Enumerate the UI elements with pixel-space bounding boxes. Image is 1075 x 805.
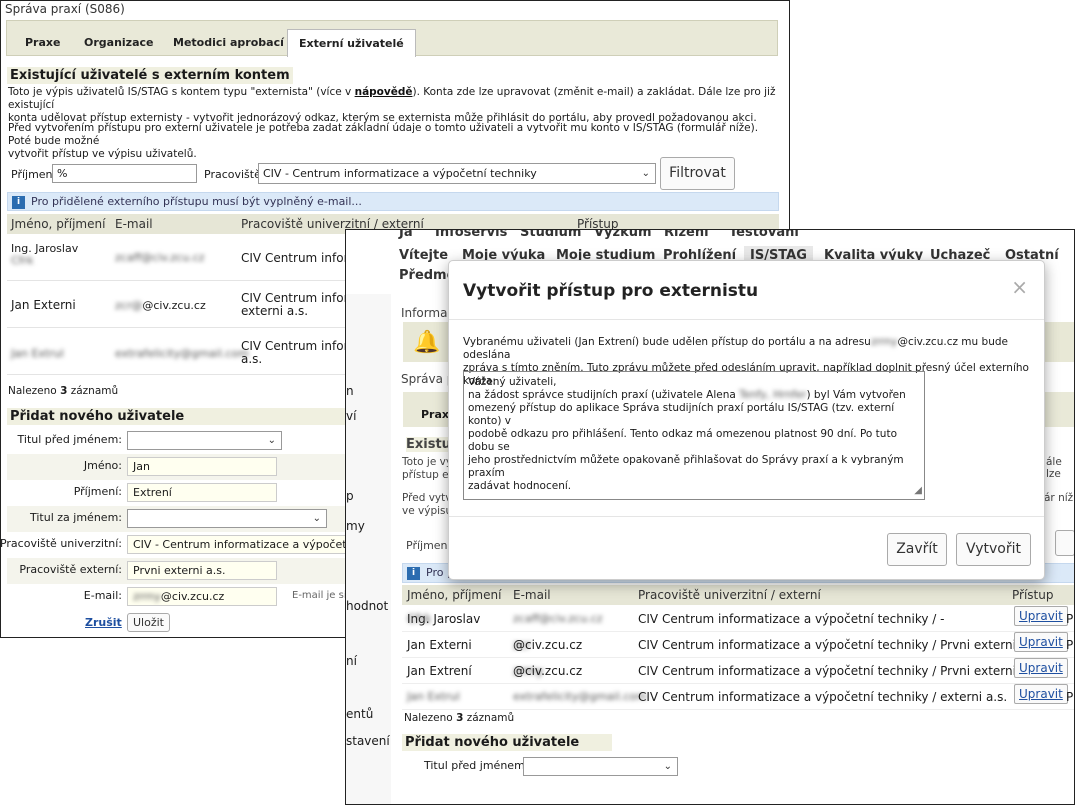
edit-button[interactable]: Upravit (1014, 684, 1068, 704)
sidebar-item[interactable]: ví (346, 409, 356, 423)
edit-button[interactable]: Upravit (1014, 658, 1068, 678)
tab-externi-uzivatele[interactable]: Externí uživatelé (287, 29, 416, 57)
nav-studium[interactable]: Studium (520, 230, 581, 240)
window-title: Správa praxí (S086) (5, 2, 125, 16)
help-link[interactable]: nápovědě (355, 86, 413, 98)
divider (449, 516, 1044, 517)
title-after-select[interactable]: ⌄ (127, 509, 327, 528)
sidebar-item[interactable]: n (346, 384, 354, 398)
sidebar-item[interactable]: hodnot (346, 599, 388, 613)
info-bar: i Pro přidělené externího přístupu musí b… (7, 192, 779, 211)
save-button[interactable]: Uložit (127, 613, 170, 632)
sidebar: n ví p my hodnot ní entů stavení (346, 294, 391, 804)
cancel-link[interactable]: Zrušit (85, 616, 122, 629)
intro-paragraph: Toto je výpis uživatelů IS/STAG s kontem… (8, 86, 776, 124)
info-icon: i (12, 195, 25, 209)
chevron-down-icon: ⌄ (641, 168, 650, 179)
col-workplace: Pracoviště univerzitní / externí (638, 588, 821, 602)
close-button[interactable]: Zavřít (887, 533, 947, 566)
bell-icon: 🔔 (413, 330, 441, 355)
nav-vyzkum[interactable]: Výzkum (594, 230, 652, 240)
nav-testovani[interactable]: Testování (729, 230, 799, 240)
sidebar-item[interactable]: stavení (346, 734, 390, 748)
create-button[interactable]: Vytvořit (956, 533, 1031, 566)
add-user-heading: Přidat nového uživatele (402, 734, 612, 751)
filter-surname-input[interactable]: % (52, 164, 197, 183)
sidebar-item[interactable]: ní (346, 654, 357, 668)
tab-bar: Praxe Organizace Metodici aprobací Exter… (6, 20, 778, 57)
nav-ja[interactable]: Já (399, 230, 413, 240)
filter-surname-label: Příjmení (11, 168, 56, 181)
table-row: Jan Extrul extrafelicity@gmail.com CIV C… (402, 684, 1074, 710)
chevron-down-icon: ⌄ (267, 435, 276, 446)
col-email: E-mail (115, 217, 153, 231)
edit-button[interactable]: Upravit (1014, 606, 1068, 626)
add-user-heading: Přidat nového uživatele (7, 408, 347, 425)
nav-rizeni[interactable]: Řízení (664, 230, 709, 240)
filter-workplace-label: Pracoviště (204, 168, 261, 181)
first-name-field[interactable]: Jan (127, 457, 277, 476)
message-textarea[interactable]: Vážený uživateli, na žádost správce stud… (463, 371, 925, 500)
record-count: Nalezeno 3 záznamů (8, 385, 119, 397)
filter-button[interactable]: Filtrovat (660, 157, 735, 190)
tab-metodici[interactable]: Metodici aprobací (173, 29, 284, 57)
info-icon: i (407, 566, 420, 580)
section-heading: Existující uživatelé s externím kontem (7, 67, 293, 84)
create-access-dialog: Vytvořit přístup pro externistu × Vybran… (448, 260, 1045, 580)
title-before-select[interactable]: ⌄ (127, 431, 282, 450)
table-row: Jan Extrení zrrny @civ.zcu.cz CIV Centrum… (402, 658, 1074, 684)
chevron-down-icon: ⌄ (312, 513, 321, 524)
filter-button[interactable] (1055, 530, 1074, 556)
tab-praxe[interactable]: Praxe (25, 29, 60, 57)
workplace-ext-field[interactable]: Prvni externi a.s. (127, 561, 277, 580)
surname-field[interactable]: Extrení (127, 483, 277, 502)
table-row: Ing. Jaroslav Cfrk zcaff@civ.zcu.cz CIV … (402, 606, 1074, 632)
col-name: Jméno, příjmení (11, 217, 106, 231)
close-icon[interactable]: × (1011, 275, 1028, 299)
col-name: Jméno, příjmení (407, 588, 502, 602)
title-before-select[interactable]: ⌄ (523, 757, 678, 776)
divider (449, 319, 1044, 320)
chevron-down-icon: ⌄ (663, 761, 672, 772)
nav-vitejte[interactable]: Vítejte (399, 248, 448, 263)
edit-button[interactable]: Upravit (1014, 632, 1068, 652)
info-paragraph: Před vytvořením přístupu pro externí uži… (8, 122, 759, 160)
resize-handle-icon[interactable]: ◢ (914, 484, 922, 497)
sidebar-item[interactable]: my (346, 519, 365, 533)
workplace-uni-select[interactable]: CIV - Centrum informatizace a výpočetní … (127, 535, 347, 554)
filter-workplace-select[interactable]: CIV - Centrum informatizace a výpočetní … (258, 163, 656, 184)
record-count: Nalezeno 3 záznamů (404, 712, 515, 724)
nav-infoservis[interactable]: Infoservis (435, 230, 507, 240)
col-access: Přístup (1012, 588, 1054, 602)
dialog-title: Vytvořit přístup pro externistu (463, 281, 759, 301)
col-email: E-mail (513, 588, 551, 602)
table-row: Jan Externi zcr @civ.zcu.cz CIV Centrum i… (402, 632, 1074, 658)
table-header: Jméno, příjmení E-mail Pracoviště univer… (402, 585, 1074, 605)
sidebar-item[interactable]: entů (346, 707, 373, 721)
email-field[interactable]: zrrny@civ.zcu.cz (127, 587, 277, 606)
tab-organizace[interactable]: Organizace (84, 29, 153, 57)
nav-predmety[interactable]: Předmě (399, 268, 455, 283)
sidebar-item[interactable]: p (346, 489, 354, 503)
email-note: E-mail je sic (292, 590, 353, 601)
